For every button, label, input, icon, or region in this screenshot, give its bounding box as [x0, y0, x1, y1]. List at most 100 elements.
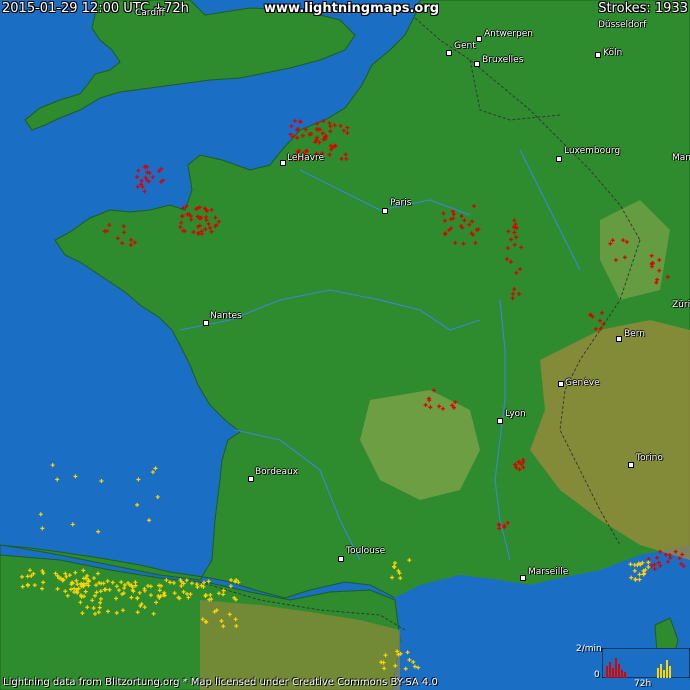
strike-mark	[98, 596, 103, 601]
strike-mark	[320, 131, 325, 136]
strike-mark	[204, 214, 209, 219]
strike-mark	[511, 291, 516, 296]
strike-mark	[597, 318, 602, 323]
strike-mark	[201, 580, 206, 585]
strike-mark	[75, 582, 80, 587]
strike-mark	[680, 552, 685, 557]
strike-mark	[55, 477, 60, 482]
strike-mark	[145, 170, 150, 175]
strike-mark	[677, 556, 682, 561]
strike-mark	[196, 231, 201, 236]
city-marker-lyon	[497, 418, 503, 424]
strike-mark	[624, 239, 629, 244]
strike-mark	[451, 216, 456, 221]
strike-mark	[407, 657, 412, 662]
strike-mark	[78, 600, 83, 605]
strike-mark	[628, 562, 633, 567]
strike-mark	[96, 610, 101, 615]
city-zurich: Züri	[672, 300, 690, 310]
city-paris: Paris	[390, 198, 412, 208]
strike-mark	[423, 403, 428, 408]
strike-mark	[128, 242, 133, 247]
city-dusseldorf: Düsseldorf	[598, 20, 647, 30]
city-marker-bordeaux	[248, 476, 254, 482]
strike-mark	[155, 494, 160, 499]
lightning-map[interactable]: 2015-01-29 12:00 UTC +72h www.lightningm…	[0, 0, 690, 690]
city-marker-nantes	[203, 320, 209, 326]
strike-mark	[213, 215, 218, 220]
strike-mark	[657, 258, 662, 263]
strike-mark	[135, 596, 140, 601]
activity-histogram: 2/min 0 72h	[576, 644, 690, 690]
strike-mark	[181, 589, 186, 594]
strike-mark	[440, 406, 445, 411]
strike-mark	[180, 214, 185, 219]
strike-mark	[632, 568, 637, 573]
strike-mark	[191, 230, 196, 235]
strike-mark	[93, 611, 98, 616]
strike-mark	[135, 502, 140, 507]
strike-mark	[519, 245, 524, 250]
strike-mark	[136, 168, 141, 173]
strike-mark	[101, 581, 106, 586]
strike-count: Strokes: 1933	[598, 1, 688, 16]
strike-mark	[398, 576, 403, 581]
site-link[interactable]: www.lightningmaps.org	[264, 0, 439, 17]
strike-mark	[508, 259, 513, 264]
strike-mark	[442, 218, 447, 223]
strike-mark	[601, 322, 606, 327]
strike-mark	[216, 219, 221, 224]
histogram-time-label: 72h	[634, 679, 652, 689]
strike-mark	[73, 474, 78, 479]
strike-mark	[74, 578, 79, 583]
strike-mark	[328, 129, 333, 134]
strike-mark	[300, 133, 305, 138]
strike-mark	[315, 121, 320, 126]
strike-mark	[673, 549, 678, 554]
strike-mark	[139, 178, 144, 183]
attribution-footer[interactable]: Lightning data from Blitzortung.org * Ma…	[3, 677, 438, 688]
city-marker-luxembourg	[556, 156, 562, 162]
city-marker-gent	[446, 50, 452, 56]
city-marker-marseille	[520, 575, 526, 581]
strike-mark	[132, 240, 137, 245]
strike-mark	[70, 522, 75, 527]
city-luxembourg: Luxembourg	[564, 146, 621, 156]
city-torino: Torino	[636, 453, 663, 463]
city-marker-bruxelles	[474, 61, 480, 67]
city-koln: Köln	[603, 48, 623, 58]
strike-mark	[120, 608, 125, 613]
strike-mark	[94, 583, 99, 588]
strike-mark	[102, 229, 107, 234]
strike-mark	[668, 555, 673, 560]
strike-mark	[68, 587, 73, 592]
strike-mark	[236, 580, 241, 585]
strike-mark	[203, 227, 208, 232]
city-gent: Gent	[454, 41, 476, 51]
strike-mark	[53, 571, 58, 576]
strike-mark	[154, 600, 159, 605]
strike-mark	[497, 526, 502, 531]
strike-mark	[189, 581, 194, 586]
strike-mark	[407, 558, 412, 563]
strike-mark	[63, 589, 68, 594]
strike-mark	[208, 225, 213, 230]
strike-mark	[621, 238, 626, 243]
strike-mark	[599, 310, 604, 315]
strike-mark	[510, 296, 515, 301]
strike-mark	[121, 224, 126, 229]
strike-mark	[99, 479, 104, 484]
strike-mark	[290, 134, 295, 139]
strike-mark	[197, 205, 202, 210]
strike-mark	[508, 237, 513, 242]
strike-mark	[518, 267, 523, 272]
strike-mark	[134, 174, 139, 179]
strike-mark	[135, 184, 140, 189]
strike-mark	[142, 189, 147, 194]
strike-mark	[164, 578, 169, 583]
strike-mark	[145, 583, 150, 588]
strike-mark	[188, 592, 193, 597]
strike-mark	[393, 663, 398, 668]
strike-mark	[392, 560, 397, 565]
strike-mark	[633, 577, 638, 582]
